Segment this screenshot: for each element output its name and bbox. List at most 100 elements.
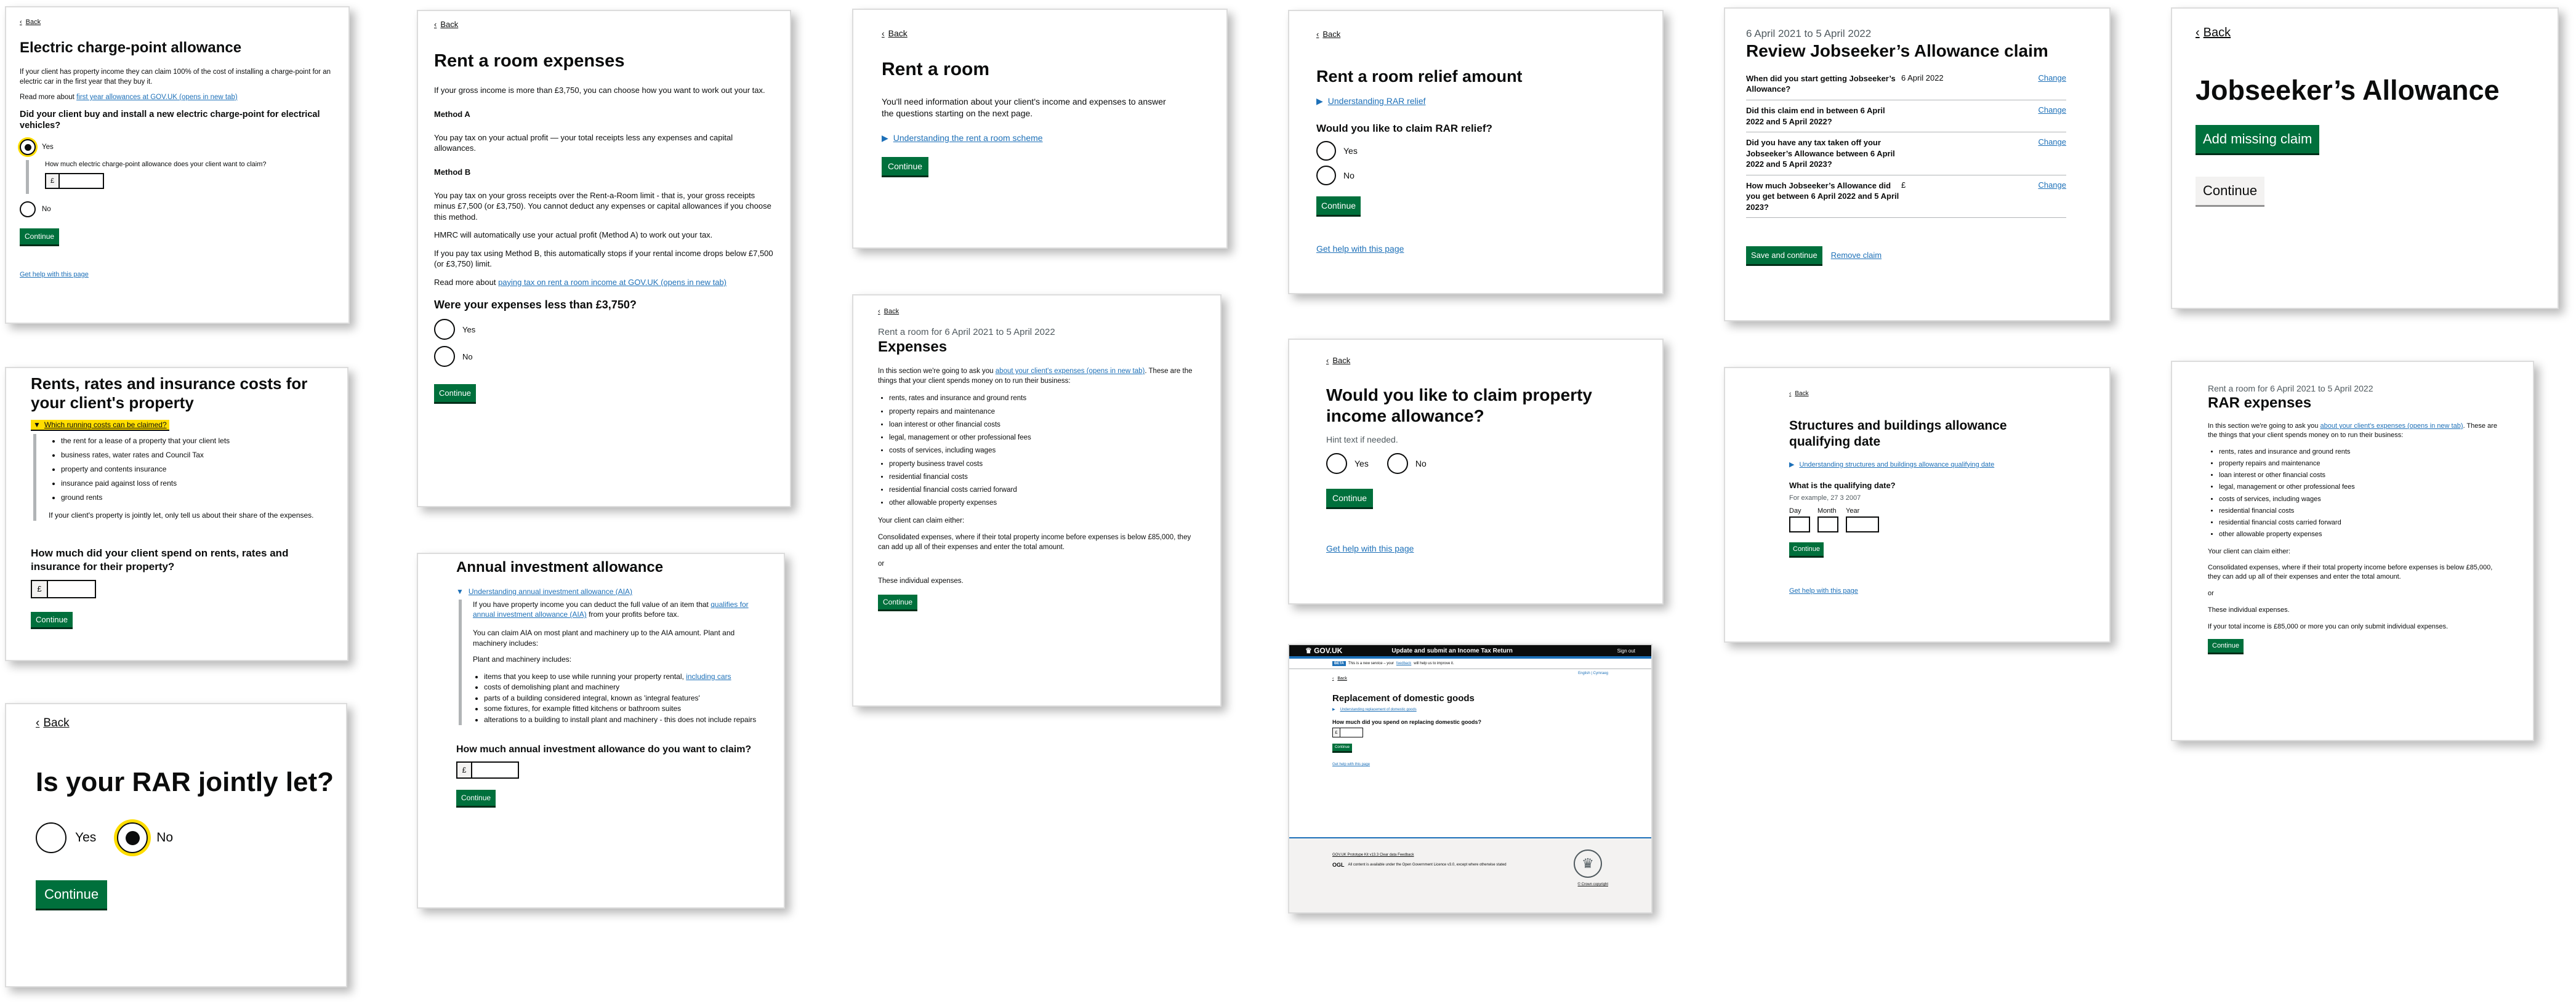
back-link[interactable]: ‹ Back [1332, 677, 1608, 681]
back-link[interactable]: ‹ Back [1326, 356, 1625, 365]
continue-button[interactable]: Continue [20, 228, 60, 245]
expenses-list: rents, rates and insurance and ground re… [2208, 446, 2497, 541]
crown-logo-icon[interactable]: ♛ GOV.UK [1305, 646, 1342, 655]
continue-button[interactable]: Continue [31, 611, 73, 627]
help-link[interactable]: Get help with this page [1316, 244, 1404, 254]
page-title: RAR expenses [2208, 394, 2312, 411]
list-item: business rates, water rates and Council … [61, 448, 329, 462]
continue-button[interactable]: Continue [2196, 177, 2265, 205]
help-link[interactable]: Get help with this page [1326, 544, 1414, 553]
feedback-link[interactable]: feedback [1396, 662, 1411, 665]
radio-no[interactable] [1387, 453, 1408, 475]
radio-yes-row[interactable]: Yes [1316, 141, 1635, 161]
back-link[interactable]: ‹ Back [882, 28, 1198, 38]
rent-a-room-tax-link[interactable]: paying tax on rent a room income at GOV.… [498, 278, 727, 287]
year-input[interactable] [1846, 516, 1879, 533]
change-link[interactable]: Change [2038, 137, 2066, 170]
chevron-left-icon: ‹ [1789, 390, 1792, 397]
help-link[interactable]: Get help with this page [20, 271, 89, 278]
radio-yes-row[interactable]: Yes [36, 822, 96, 853]
chevron-left-icon: ‹ [1326, 356, 1329, 365]
continue-button[interactable]: Continue [2208, 638, 2244, 653]
details-summary[interactable]: ▼ Understanding annual investment allowan… [456, 587, 768, 596]
triangle-right-icon: ▶ [1316, 96, 1323, 106]
conditional-reveal: How much electric charge-point allowance… [26, 160, 335, 195]
client-expenses-link[interactable]: about your client's expenses (opens in n… [996, 367, 1145, 375]
remove-claim-link[interactable]: Remove claim [1831, 251, 1882, 260]
continue-button[interactable]: Continue [36, 880, 108, 909]
radio-yes[interactable] [36, 822, 66, 853]
amount-input[interactable] [47, 579, 96, 598]
back-link[interactable]: ‹ Back [20, 18, 335, 26]
change-link[interactable]: Change [2038, 105, 2066, 127]
radio-no-row[interactable]: No [434, 346, 774, 367]
client-expenses-link[interactable]: about your client's expenses (opens in n… [2320, 422, 2463, 430]
list-item: legal, management or other professional … [2219, 481, 2497, 493]
back-link[interactable]: ‹ Back [434, 20, 774, 29]
including-cars-link[interactable]: including cars [686, 672, 731, 681]
details-summary[interactable]: ▶ Understanding structures and buildings … [1789, 460, 2045, 468]
back-link[interactable]: ‹ Back [878, 308, 1196, 315]
details-summary[interactable]: ▶ Understanding the rent a room scheme [882, 133, 1198, 143]
help-link[interactable]: Get help with this page [1789, 587, 1858, 595]
details-summary[interactable]: ▶ Understanding replacement of domestic g… [1332, 707, 1608, 712]
help-link[interactable]: Get help with this page [1332, 763, 1370, 766]
continue-button[interactable]: Continue [1326, 489, 1374, 508]
amount-input[interactable] [58, 173, 104, 190]
continue-button[interactable]: Continue [1332, 744, 1353, 751]
radio-no-selected[interactable] [117, 822, 148, 853]
radio-no-row[interactable]: No [1387, 453, 1427, 475]
save-and-continue-button[interactable]: Save and continue [1746, 246, 1822, 265]
continue-button[interactable]: Continue [1316, 196, 1361, 215]
service-name[interactable]: Update and submit an Income Tax Return [1391, 648, 1513, 654]
continue-button[interactable]: Continue [882, 156, 929, 175]
details-summary[interactable]: ▼ Which running costs can be claimed? [31, 420, 329, 430]
beta-tag: BETA [1332, 661, 1346, 666]
day-input[interactable] [1789, 516, 1810, 533]
amount-input[interactable] [471, 761, 519, 779]
footer-links[interactable]: GOV.UK Prototype Kit v13.3 Clear data Fe… [1332, 853, 1608, 857]
card-replacement-domestic-goods: ♛ GOV.UK Update and submit an Income Tax… [1288, 644, 1652, 914]
change-link[interactable]: Change [2038, 180, 2066, 213]
details-summary-focused[interactable]: ▼ Which running costs can be claimed? [31, 420, 169, 430]
back-link[interactable]: ‹ Back [1789, 390, 2045, 397]
first-year-allowance-link[interactable]: first year allowances at GOV.UK (opens i… [76, 94, 238, 101]
radio-no[interactable] [1316, 166, 1336, 185]
radio-no[interactable] [434, 346, 455, 367]
add-missing-claim-button[interactable]: Add missing claim [2196, 125, 2320, 153]
radio-yes[interactable] [434, 319, 455, 340]
summary-row: When did you start getting Jobseeker’s A… [1746, 72, 2066, 101]
radio-no[interactable] [20, 201, 36, 218]
continue-button[interactable]: Continue [456, 789, 496, 806]
sign-out-link[interactable]: Sign out [1617, 648, 1635, 654]
radio-yes-selected[interactable] [20, 139, 36, 156]
radio-group-inline: Yes No [36, 822, 328, 853]
change-link[interactable]: Change [2038, 73, 2066, 95]
back-link[interactable]: ‹ Back [1316, 30, 1635, 39]
radio-yes[interactable] [1326, 453, 1347, 475]
radio-yes-row[interactable]: Yes [1326, 453, 1369, 475]
radio-yes[interactable] [1316, 141, 1336, 161]
page-title: Review Jobseeker’s Allowance claim [1746, 41, 2048, 60]
radio-no-row[interactable]: No [20, 201, 335, 218]
radio-yes-row[interactable]: Yes [20, 139, 335, 156]
list-item: costs of services, including wages [2219, 494, 2497, 505]
continue-button[interactable]: Continue [434, 384, 477, 403]
radio-no-row[interactable]: No [1316, 166, 1635, 185]
continue-button[interactable]: Continue [878, 595, 918, 610]
radio-yes-row[interactable]: Yes [434, 319, 774, 340]
question-heading: Did your client buy and install a new el… [20, 109, 320, 131]
page-caption: Rent a room for 6 April 2021 to 5 April … [2208, 384, 2373, 393]
list-item: residential financial costs [2219, 505, 2497, 517]
list-item: the rent for a lease of a property that … [61, 434, 329, 448]
crown-copyright[interactable]: © Crown copyright [1578, 883, 1608, 886]
continue-button[interactable]: Continue [1789, 542, 1824, 556]
back-link[interactable]: ‹ Back [36, 717, 328, 730]
month-input[interactable] [1817, 516, 1838, 533]
details-summary[interactable]: ▶ Understanding RAR relief [1316, 96, 1635, 106]
page-title: Replacement of domestic goods [1332, 693, 1475, 704]
back-link[interactable]: ‹ Back [2196, 26, 2534, 40]
amount-input[interactable] [1340, 728, 1363, 737]
radio-no-row[interactable]: No [117, 822, 173, 853]
language-toggle[interactable]: English | Cymraeg [1332, 672, 1608, 675]
